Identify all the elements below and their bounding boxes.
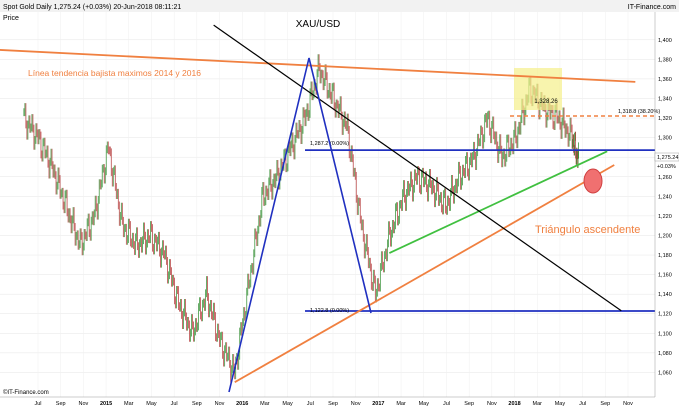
x-tick-label: Sep: [600, 401, 610, 407]
y-tick-label: 1,180: [658, 253, 672, 259]
target-circle: [583, 168, 603, 194]
x-tick-label: May: [146, 401, 157, 407]
fib-label-2: 1,122.8 (0.00%): [310, 308, 349, 314]
x-tick-label: Nov: [351, 401, 361, 407]
x-tick-label: 2018: [508, 401, 520, 407]
gold-chart: Spot Gold Daily 1,275.24 (+0.03%) 20-Jun…: [0, 0, 679, 407]
long-trend-label: Línea tendencia bajista maximos 2014 y 2…: [28, 68, 201, 78]
x-tick-label: Sep: [192, 401, 202, 407]
y-tick-label: 1,080: [658, 351, 672, 357]
x-tick-label: May: [282, 401, 293, 407]
y-tick-label: 1,160: [658, 273, 672, 279]
x-tick-label: Mar: [396, 401, 406, 407]
price-label: Price: [3, 15, 19, 22]
triangle-label: Triángulo ascendente: [535, 224, 640, 236]
y-tick-label: 1,320: [658, 116, 672, 122]
x-tick-label: Sep: [328, 401, 338, 407]
x-tick-label: Nov: [487, 401, 497, 407]
header-text: Spot Gold Daily 1,275.24 (+0.03%) 20-Jun…: [3, 4, 181, 11]
y-tick-label: 1,060: [658, 370, 672, 376]
y-tick-label: 1,100: [658, 331, 672, 337]
y-tick-label: 1,260: [658, 175, 672, 181]
x-tick-label: Jul: [579, 401, 586, 407]
y-tick-label: 1,340: [658, 96, 672, 102]
y-tick-label: 1,220: [658, 214, 672, 220]
y-tick-label: 1,120: [658, 312, 672, 318]
y-tick-label: 1,380: [658, 57, 672, 63]
footer-source: ©IT-Finance.com: [3, 389, 49, 396]
x-tick-label: Mar: [260, 401, 270, 407]
x-tick-label: Jul: [171, 401, 178, 407]
y-tick-label: 1,300: [658, 136, 672, 142]
y-tick-label: 1,200: [658, 233, 672, 239]
x-tick-label: Sep: [464, 401, 474, 407]
x-tick-label: Nov: [623, 401, 633, 407]
current-change-label: +0.03%: [657, 164, 676, 170]
box-label: 1,328.26: [534, 99, 558, 105]
x-tick-label: 2015: [100, 401, 112, 407]
y-tick-label: 1,360: [658, 77, 672, 83]
x-tick-label: May: [419, 401, 430, 407]
x-tick-label: 2017: [372, 401, 384, 407]
x-tick-label: Sep: [56, 401, 66, 407]
current-price-label: 1,275.24: [657, 155, 678, 161]
x-tick-label: 2016: [236, 401, 248, 407]
y-tick-label: 1,140: [658, 292, 672, 298]
header-source: IT-Finance.com: [628, 4, 676, 11]
x-tick-label: Jul: [34, 401, 41, 407]
x-tick-label: Nov: [78, 401, 88, 407]
chart-background: [0, 0, 679, 407]
x-tick-label: May: [555, 401, 566, 407]
x-tick-label: Jul: [443, 401, 450, 407]
x-tick-label: Mar: [124, 401, 134, 407]
y-tick-label: 1,240: [658, 194, 672, 200]
chart-title: XAU/USD: [296, 19, 340, 30]
fib-label-3: 1,318.8 (38.20%): [618, 109, 660, 115]
y-tick-label: 1,400: [658, 38, 672, 44]
x-tick-label: Nov: [215, 401, 225, 407]
x-tick-label: Jul: [307, 401, 314, 407]
x-tick-label: Mar: [532, 401, 542, 407]
